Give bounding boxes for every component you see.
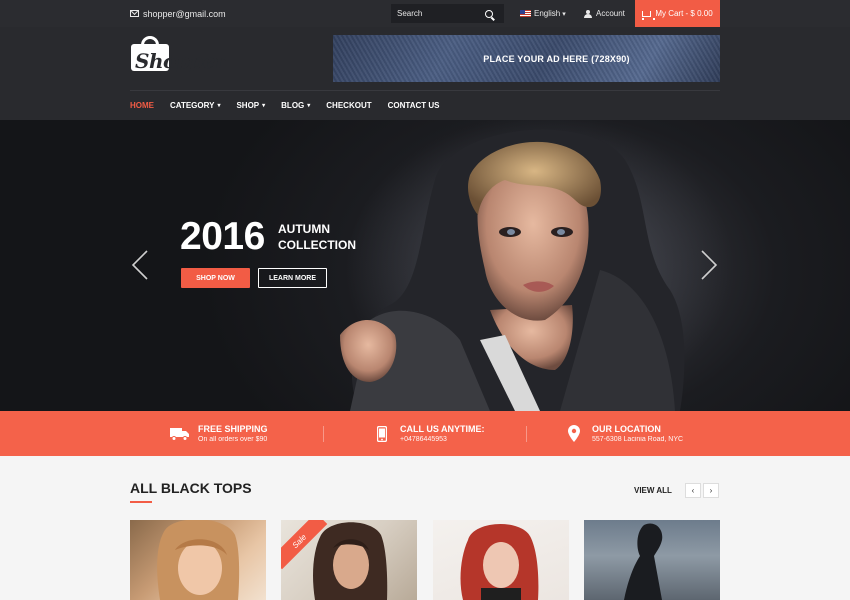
feature-subtitle: +04786445953 (400, 436, 447, 443)
feature-location: OUR LOCATION 557-6308 Lacinia Road, NYC (564, 411, 683, 456)
logo[interactable]: Shopper (131, 36, 226, 74)
hero-title-line2: COLLECTION (278, 237, 356, 252)
nav-checkout[interactable]: CHECKOUT (326, 101, 371, 110)
logo-text: Shopper (135, 49, 226, 73)
view-all-link[interactable]: VIEW ALL (634, 486, 672, 495)
phone-icon (372, 425, 392, 442)
nav-checkout-label: CHECKOUT (326, 101, 372, 110)
email-text: shopper@gmail.com (143, 8, 226, 19)
product-image (460, 523, 539, 600)
user-icon (584, 9, 592, 18)
hero-year: 2016 (180, 215, 265, 258)
cart-icon (642, 10, 656, 20)
feature-strip: FREE SHIPPING On all orders over $90 CAL… (0, 411, 850, 456)
account-label: Account (596, 9, 625, 18)
nav-home-label: HOME (130, 101, 154, 110)
location-pin-icon (564, 425, 584, 442)
nav-contact[interactable]: CONTACT US (388, 101, 440, 110)
cart-label: My Cart - $ 0.00 (655, 9, 713, 18)
feature-title: FREE SHIPPING (198, 424, 268, 434)
language-label: English (534, 9, 561, 18)
search-box (391, 4, 504, 23)
product-image (624, 523, 663, 600)
contact-email[interactable]: shopper@gmail.com (130, 0, 226, 27)
shop-now-button[interactable]: SHOP NOW (181, 268, 250, 288)
nav-contact-label: CONTACT US (387, 101, 440, 110)
hero-model-image (340, 129, 685, 411)
product-card[interactable] (584, 520, 720, 600)
site-header: Shopper PLACE YOUR AD HERE (728X90) HOME… (0, 27, 850, 120)
feature-free-shipping: FREE SHIPPING On all orders over $90 (170, 411, 268, 456)
nav-shop-label: SHOP (236, 101, 260, 110)
nav-shop[interactable]: SHOP ▾ (236, 101, 265, 110)
feature-divider (323, 426, 324, 442)
feature-subtitle: 557-6308 Lacinia Road, NYC (592, 436, 684, 443)
ad-banner[interactable]: PLACE YOUR AD HERE (728X90) (333, 35, 720, 82)
chevron-down-icon: ▾ (562, 10, 566, 18)
product-card[interactable] (130, 520, 266, 600)
chevron-down-icon: ▾ (262, 103, 266, 109)
account-link[interactable]: Account (584, 0, 625, 27)
chevron-down-icon: ▾ (217, 103, 221, 109)
search-input[interactable] (391, 9, 483, 18)
hero-collection-title: AUTUMN COLLECTION (278, 222, 378, 253)
truck-icon (170, 427, 190, 441)
nav-blog-label: BLOG (281, 101, 305, 110)
cart-button[interactable]: My Cart - $ 0.00 (635, 0, 720, 27)
nav-category[interactable]: CATEGORY ▾ (170, 101, 220, 110)
nav-home[interactable]: HOME (130, 101, 154, 110)
product-card[interactable] (433, 520, 569, 600)
search-icon[interactable] (485, 9, 493, 18)
ad-text: PLACE YOUR AD HERE (728X90) (483, 53, 630, 64)
carousel-prev-button[interactable]: ‹ (685, 483, 701, 498)
main-nav: HOME CATEGORY ▾ SHOP ▾ BLOG ▾ CHECKOUT CONT… (130, 91, 455, 120)
feature-subtitle: On all orders over $90 (198, 436, 268, 443)
us-flag-icon (520, 10, 531, 17)
feature-title: CALL US ANYTIME: (400, 424, 485, 434)
section-title: ALL BLACK TOPS (130, 480, 252, 496)
product-card[interactable]: Sale (281, 520, 417, 600)
carousel-next-button[interactable]: › (703, 483, 719, 498)
mail-icon (130, 10, 139, 17)
chevron-down-icon: ▾ (307, 103, 311, 109)
slider-next-arrow-icon[interactable] (700, 250, 718, 280)
language-selector[interactable]: English ▾ (520, 0, 566, 27)
slider-prev-arrow-icon[interactable] (131, 250, 149, 280)
product-image (157, 520, 240, 600)
hero-slider: 2016 AUTUMN COLLECTION SHOP NOW LEARN MO… (0, 120, 850, 411)
nav-blog[interactable]: BLOG ▾ (281, 101, 310, 110)
section-title-underline (130, 501, 152, 503)
feature-call-us: CALL US ANYTIME: +04786445953 (372, 411, 485, 456)
hero-title-line1: AUTUMN (278, 222, 330, 236)
top-bar: shopper@gmail.com English ▾ Account My C… (0, 0, 850, 27)
feature-divider (526, 426, 527, 442)
learn-more-button[interactable]: LEARN MORE (258, 268, 327, 288)
nav-category-label: CATEGORY (170, 101, 215, 110)
feature-title: OUR LOCATION (592, 424, 661, 434)
